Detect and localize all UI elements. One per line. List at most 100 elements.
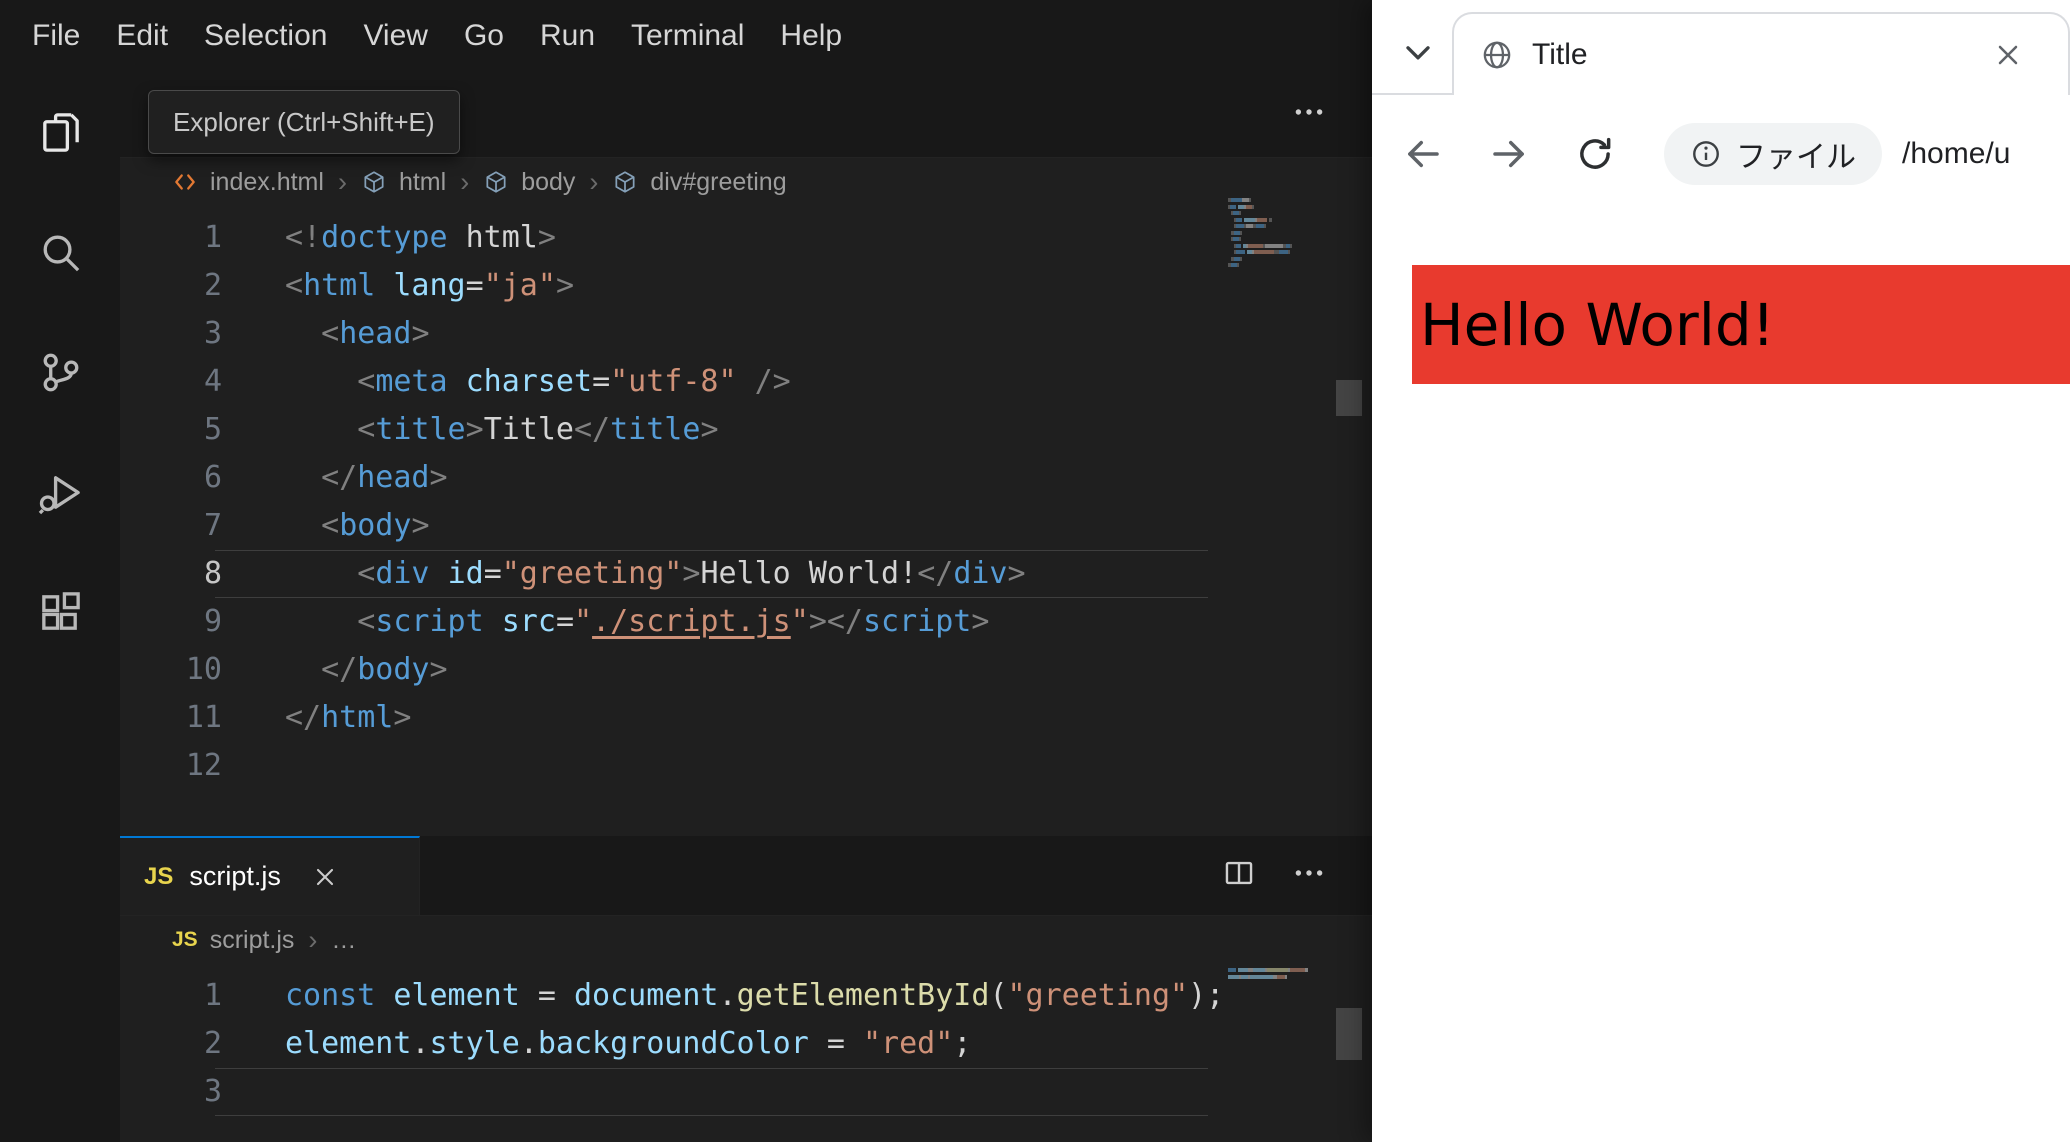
code-text: <body> — [321, 508, 430, 543]
code-text: const element = document.getElementById(… — [285, 978, 1225, 1013]
code-text: <div id="greeting">Hello World!</div> — [357, 556, 1026, 591]
chevron-right-icon: › — [589, 166, 599, 197]
line-number: 5 — [203, 412, 222, 447]
split-editor-icon[interactable] — [1222, 856, 1256, 895]
breadcrumb-more[interactable]: … — [331, 926, 356, 955]
code-line[interactable]: 11 </html> — [120, 694, 1372, 742]
greeting-text: Hello World! — [1420, 290, 1775, 359]
extensions-icon[interactable] — [0, 552, 120, 672]
symbol-cube-icon — [361, 169, 387, 195]
line-number: 2 — [203, 1026, 222, 1061]
tab-script-js[interactable]: JS script.js — [120, 836, 420, 915]
line-number: 11 — [185, 700, 222, 735]
menu-item-edit[interactable]: Edit — [98, 19, 186, 53]
more-actions-icon[interactable] — [1292, 856, 1326, 895]
line-number: 6 — [203, 460, 222, 495]
code-line[interactable]: 5 <title>Title</title> — [120, 406, 1372, 454]
line-number: 10 — [185, 652, 222, 687]
breadcrumb-html[interactable]: index.html › html › body › div#greeting — [120, 158, 1372, 206]
editor-group-html: index.html › html › body › div#greeting 1 <!do… — [120, 72, 1372, 836]
code-line[interactable]: 1 const element = document.getElementById… — [120, 972, 1372, 1020]
tab-search-chevron-icon[interactable] — [1398, 32, 1438, 77]
code-text: <html lang="ja"> — [285, 268, 574, 303]
code-line[interactable]: 12 — [120, 742, 1372, 790]
scrollbar-thumb[interactable] — [1336, 380, 1362, 416]
menu-item-file[interactable]: File — [14, 19, 98, 53]
greeting-div: Hello World! — [1412, 265, 2070, 384]
menu-item-view[interactable]: View — [345, 19, 445, 53]
source-control-icon[interactable] — [0, 312, 120, 432]
line-number: 9 — [203, 604, 222, 639]
symbol-cube-icon — [612, 169, 638, 195]
code-line[interactable]: 9 <script src="./script.js"></script> — [120, 598, 1372, 646]
code-text: <title>Title</title> — [357, 412, 719, 447]
code-line[interactable]: 6 </head> — [120, 454, 1372, 502]
breadcrumb-segment[interactable]: html — [399, 168, 446, 197]
url-path[interactable]: /home/u — [1902, 137, 2010, 171]
code-editor-html[interactable]: 1 <!doctype html> 2 <html lang="ja"> 3 <head… — [120, 214, 1372, 790]
code-text: <head> — [321, 316, 430, 351]
explorer-tooltip: Explorer (Ctrl+Shift+E) — [148, 90, 460, 154]
more-actions-icon[interactable] — [1292, 95, 1326, 134]
chevron-right-icon: › — [308, 924, 318, 955]
code-editor-js[interactable]: 1 const element = document.getElementById… — [120, 972, 1372, 1116]
code-line[interactable]: 3 — [120, 1068, 1372, 1116]
file-scheme-chip[interactable]: ファイル — [1664, 122, 1882, 185]
run-debug-icon[interactable] — [0, 432, 120, 552]
screen: File Edit Selection View Go Run Terminal Help — [0, 0, 2070, 1142]
line-number: 7 — [203, 508, 222, 543]
breadcrumb-segment[interactable]: div#greeting — [650, 168, 786, 197]
code-text: </html> — [285, 700, 412, 735]
breadcrumb-file[interactable]: index.html — [210, 168, 324, 197]
menu-item-selection[interactable]: Selection — [186, 19, 345, 53]
code-line[interactable]: 2 element.style.backgroundColor = "red"; — [120, 1020, 1372, 1068]
browser-viewport: Hello World! — [1372, 212, 2070, 1042]
code-line[interactable]: 8 <div id="greeting">Hello World!</div> — [120, 550, 1372, 598]
line-number: 8 — [203, 556, 222, 591]
address-bar[interactable]: ファイル /home/u — [1664, 122, 2010, 185]
code-line[interactable]: 7 <body> — [120, 502, 1372, 550]
explorer-icon[interactable] — [0, 72, 120, 192]
code-text: <meta charset="utf-8" /> — [357, 364, 791, 399]
close-tab-icon[interactable] — [311, 863, 339, 891]
line-number: 12 — [185, 748, 222, 783]
code-text: <!doctype html> — [285, 220, 556, 255]
symbol-cube-icon — [483, 169, 509, 195]
code-line[interactable]: 1 <!doctype html> — [120, 214, 1372, 262]
browser-tab-title: Title — [1532, 37, 1588, 71]
browser-tab-strip: Title — [1372, 0, 2070, 95]
minimap[interactable] — [1228, 198, 1310, 276]
menu-item-help[interactable]: Help — [762, 19, 860, 53]
browser-tab[interactable]: Title — [1452, 12, 2070, 95]
js-file-icon: JS — [144, 862, 174, 890]
scheme-label: ファイル — [1736, 140, 1856, 174]
code-line[interactable]: 4 <meta charset="utf-8" /> — [120, 358, 1372, 406]
code-text: </body> — [321, 652, 448, 687]
search-icon[interactable] — [0, 192, 120, 312]
breadcrumb-file[interactable]: script.js — [210, 926, 295, 955]
close-tab-icon[interactable] — [1992, 39, 2024, 71]
activity-bar — [0, 72, 120, 1142]
scrollbar-thumb[interactable] — [1336, 1008, 1362, 1060]
editor-tab-bar-js: JS script.js — [120, 836, 1372, 916]
menu-item-run[interactable]: Run — [522, 19, 613, 53]
line-number: 2 — [203, 268, 222, 303]
back-icon[interactable] — [1402, 133, 1444, 175]
code-text: </head> — [321, 460, 448, 495]
minimap[interactable] — [1228, 968, 1310, 988]
browser-window: Title ファイル /home/u Hello World! — [1372, 0, 2070, 1142]
reload-icon[interactable] — [1574, 133, 1616, 175]
code-line[interactable]: 10 </body> — [120, 646, 1372, 694]
forward-icon[interactable] — [1488, 133, 1530, 175]
breadcrumb-segment[interactable]: body — [521, 168, 575, 197]
chevron-right-icon: › — [460, 166, 470, 197]
info-icon — [1693, 140, 1719, 167]
code-line[interactable]: 3 <head> — [120, 310, 1372, 358]
code-line[interactable]: 2 <html lang="ja"> — [120, 262, 1372, 310]
chevron-right-icon: › — [337, 166, 347, 197]
breadcrumb-js[interactable]: JS script.js › … — [120, 916, 1372, 964]
menu-item-go[interactable]: Go — [446, 19, 522, 53]
code-text: element.style.backgroundColor = "red"; — [285, 1026, 972, 1061]
line-number: 4 — [203, 364, 222, 399]
menu-item-terminal[interactable]: Terminal — [613, 19, 762, 53]
